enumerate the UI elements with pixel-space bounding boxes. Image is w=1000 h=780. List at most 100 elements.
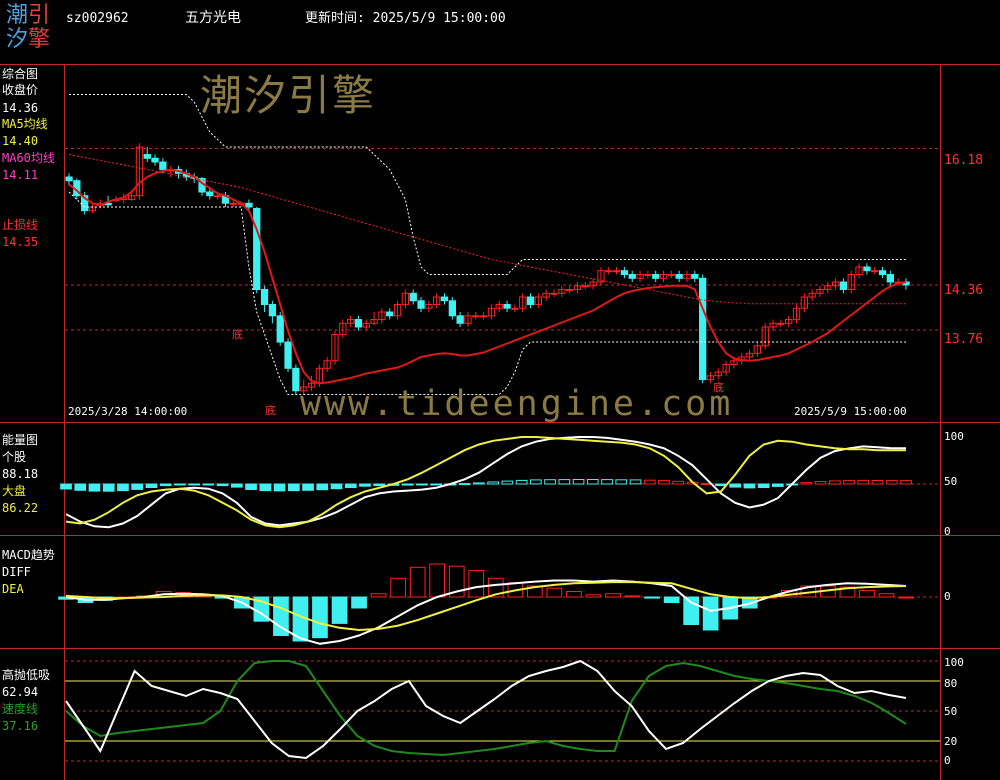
- candle-body: [417, 300, 425, 309]
- macd-histogram-bar: [409, 566, 426, 598]
- energy-bar: [572, 479, 585, 485]
- energy-bar: [558, 479, 571, 485]
- macd-histogram-bar: [312, 596, 328, 639]
- ma60-value: 14.11: [2, 168, 39, 182]
- candle-body: [214, 195, 222, 198]
- energy-bar: [174, 483, 186, 486]
- macd-histogram-bar: [566, 591, 582, 598]
- osc-tick-0: 0: [944, 754, 951, 767]
- candle-body: [839, 281, 848, 290]
- diff-label: DIFF: [2, 565, 31, 579]
- energy-bar: [216, 483, 229, 487]
- energy-bar: [302, 483, 314, 491]
- bottom-mark-1: 底: [232, 328, 243, 341]
- price-tick-current: 14.36: [944, 283, 984, 298]
- start-date: 2025/3/28 14:00:00: [68, 405, 188, 418]
- energy-bar: [544, 479, 556, 485]
- macd-histogram-bar: [390, 577, 406, 598]
- energy-bar: [672, 480, 685, 485]
- candle-body: [292, 367, 300, 392]
- candle-body: [354, 319, 363, 328]
- macd-histogram-bar: [702, 596, 719, 631]
- app-logo: 潮引 汐擎: [6, 4, 50, 52]
- energy-bar: [757, 483, 770, 488]
- candle-body: [503, 304, 511, 309]
- candle-body: [159, 161, 167, 170]
- bottom-mark-2: 底: [265, 404, 276, 417]
- bottom-mark-3: 底: [713, 381, 724, 394]
- close-value: 14.36: [2, 101, 39, 115]
- end-date: 2025/5/9 15:00:00: [794, 405, 907, 418]
- candle-body: [511, 307, 519, 310]
- energy-bar: [772, 483, 784, 487]
- stop-loss-label: 止损线: [2, 218, 39, 232]
- upper-band-line: [69, 94, 906, 275]
- candle-body: [268, 304, 277, 317]
- macd-histogram-bar: [585, 594, 602, 598]
- osc-tick-20: 20: [944, 735, 958, 748]
- candle-body: [143, 154, 151, 159]
- dea-label: DEA: [2, 582, 24, 596]
- macd-histogram-bar: [898, 596, 914, 599]
- energy-tick-100: 100: [944, 430, 964, 443]
- macd-histogram-bar: [370, 593, 387, 598]
- energy-bar: [259, 483, 272, 492]
- energy-bar: [857, 479, 870, 485]
- osc-tick-50: 50: [944, 705, 958, 718]
- diff-line: [65, 579, 907, 645]
- energy-bar: [359, 483, 371, 487]
- candle-body: [472, 315, 480, 318]
- macd-panel-title: MACD趋势: [2, 548, 55, 562]
- candle-body: [691, 274, 699, 279]
- stock-code[interactable]: sz002962: [66, 12, 129, 25]
- candle-body: [151, 157, 159, 163]
- speed-line-label: 速度线: [2, 702, 39, 716]
- ma5-line: [68, 168, 907, 385]
- ma5-label: MA5均线: [2, 117, 48, 131]
- candle-body: [276, 315, 284, 343]
- stop-loss-line: [68, 191, 906, 395]
- macd-histogram-bar: [859, 589, 875, 598]
- energy-bar: [288, 483, 300, 492]
- energy-bar: [871, 480, 884, 485]
- energy-bar: [743, 483, 756, 489]
- stock-chart-window: 潮引 汐擎 sz002962 五方光电 更新时间: 2025/5/9 15:00…: [0, 0, 1000, 780]
- energy-bar: [60, 483, 72, 490]
- energy-bar: [458, 483, 471, 486]
- price-panel-plot: [65, 94, 940, 395]
- energy-bar: [202, 483, 215, 486]
- stock-energy-label: 个股: [2, 450, 27, 464]
- stock-energy-line: [65, 436, 906, 529]
- candle-body: [253, 208, 261, 290]
- energy-bar: [800, 482, 813, 485]
- candle-body: [260, 289, 269, 305]
- candle-body: [480, 315, 488, 318]
- macd-histogram-bar: [605, 593, 621, 598]
- osc-value: 62.94: [2, 685, 39, 699]
- candle-body: [206, 191, 214, 197]
- energy-bar: [658, 480, 670, 485]
- osc-tick-100: 100: [944, 656, 964, 669]
- candle-body: [620, 270, 629, 276]
- update-time: 更新时间: 2025/5/9 15:00:00: [305, 11, 506, 26]
- energy-bar: [430, 483, 442, 486]
- candle-body: [456, 315, 464, 324]
- market-energy-value: 86.22: [2, 501, 39, 515]
- oscillator-panel-plot: [65, 659, 940, 762]
- energy-bar: [629, 479, 642, 485]
- macd-histogram-bar: [624, 595, 641, 598]
- energy-bar: [715, 483, 727, 487]
- energy-panel-plot: [60, 436, 940, 529]
- stop-loss-value: 14.35: [2, 235, 39, 249]
- candle-body: [699, 277, 707, 381]
- energy-bar: [188, 483, 201, 486]
- stock-name[interactable]: 五方光电: [185, 11, 241, 25]
- candle-body: [386, 311, 394, 317]
- energy-bar: [601, 479, 613, 485]
- energy-bar: [74, 483, 87, 491]
- osc-main-line: [65, 659, 907, 760]
- energy-bar: [316, 483, 329, 491]
- energy-bar: [231, 483, 243, 488]
- macd-tick-0: 0: [944, 590, 951, 603]
- macd-histogram-bar: [331, 596, 348, 624]
